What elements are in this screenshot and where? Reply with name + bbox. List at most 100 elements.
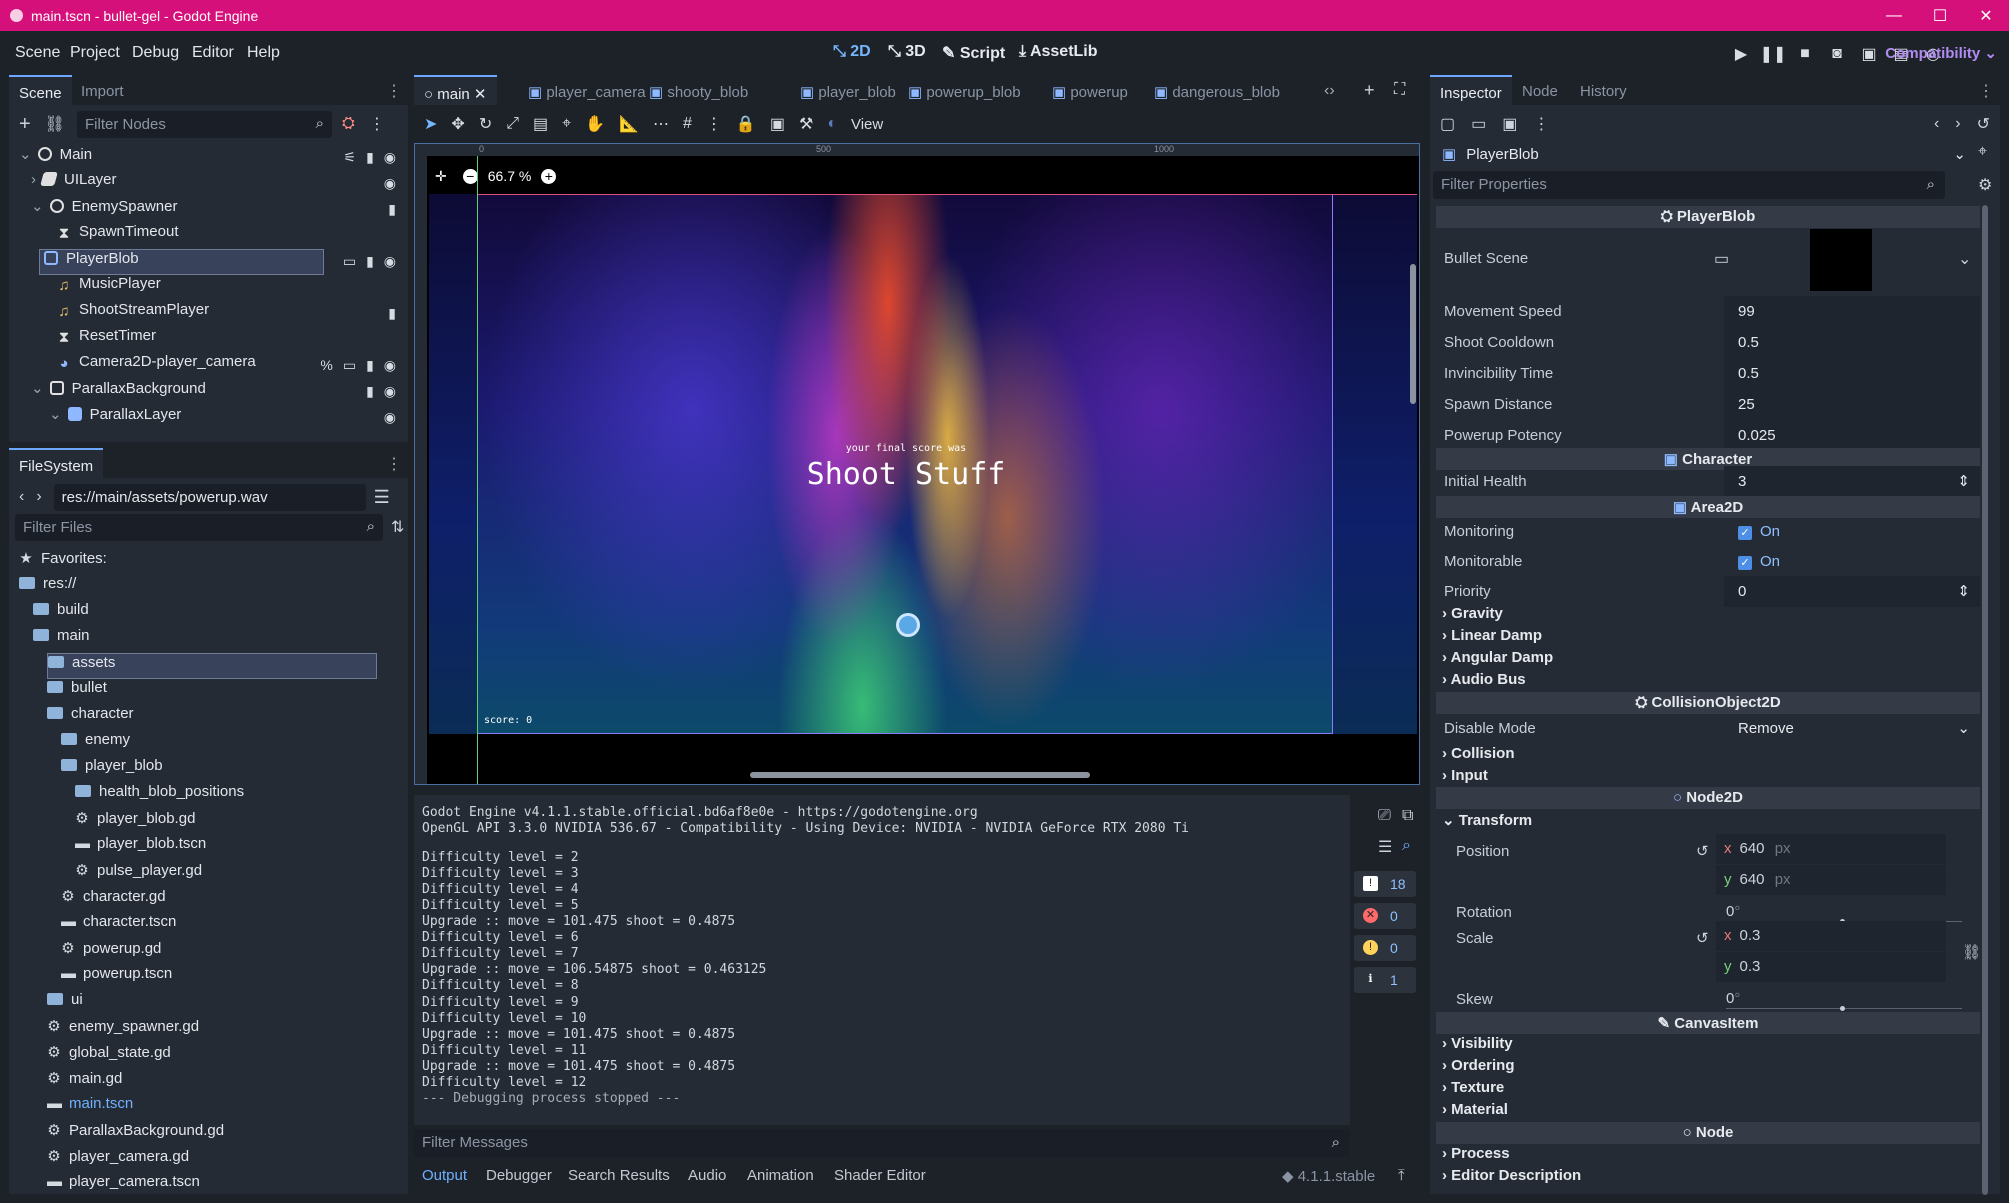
maximize-button[interactable]: ☐: [1917, 6, 1963, 26]
rotate-tool-icon[interactable]: ↻: [479, 114, 492, 134]
close-window-button[interactable]: ✕: [1963, 6, 2009, 26]
spinner-icon[interactable]: ⇕: [1957, 582, 1970, 600]
prop-value-field[interactable]: 0.5: [1724, 327, 1980, 358]
editor-tab-powerup[interactable]: ▣ powerup: [1042, 75, 1138, 105]
tab-filesystem[interactable]: FileSystem: [9, 448, 104, 478]
group-audio-bus[interactable]: › Audio Bus: [1436, 671, 1980, 693]
center-view-icon[interactable]: ✛: [435, 168, 447, 185]
file-item[interactable]: ⚙ player_camera.gd: [47, 1147, 189, 1173]
file-item[interactable]: ⚙ character.gd: [61, 887, 165, 913]
group-texture[interactable]: › Texture: [1436, 1079, 1980, 1101]
renderer-selector[interactable]: Compatibility ⌄: [1885, 44, 1997, 62]
back-icon[interactable]: ‹: [1934, 115, 1939, 133]
distraction-free-icon[interactable]: ⛶: [1394, 81, 1405, 99]
copy-icon[interactable]: ⧉: [1402, 807, 1413, 825]
tree-node-shootstreamplayer[interactable]: ♫ ShootStreamPlayer: [57, 301, 209, 327]
add-node-icon[interactable]: +: [19, 113, 31, 136]
revert-icon[interactable]: ↺: [1696, 929, 1709, 947]
group-gravity[interactable]: › Gravity: [1436, 605, 1980, 627]
menu-editor[interactable]: Editor: [192, 44, 234, 62]
folder-item[interactable]: res://: [19, 575, 76, 601]
zoom-level[interactable]: 66.7 %: [488, 168, 532, 184]
add-scene-tab-icon[interactable]: +: [1364, 80, 1375, 101]
visibility-icon[interactable]: ◉: [384, 357, 396, 373]
group-angular-damp[interactable]: › Angular Damp: [1436, 649, 1980, 671]
camera-override-icon[interactable]: ◐: [827, 115, 837, 133]
visibility-icon[interactable]: ◉: [384, 409, 396, 425]
menu-help[interactable]: Help: [247, 44, 280, 62]
viewport-2d[interactable]: 0 500 1000 ✛ − 66.7 % + your final score…: [414, 143, 1420, 785]
file-item[interactable]: ⚙ player_blob.gd: [75, 809, 195, 835]
search-toggle-icon[interactable]: ⌕: [1402, 837, 1411, 855]
group-material[interactable]: › Material: [1436, 1101, 1980, 1123]
collapse-icon[interactable]: ☰: [1378, 837, 1392, 857]
menu-dots-icon[interactable]: ⋮: [369, 114, 385, 134]
tab-node[interactable]: Node: [1512, 75, 1568, 105]
stop-icon[interactable]: ■: [1789, 45, 1821, 63]
view-menu[interactable]: View: [851, 116, 883, 133]
remote-debug-icon[interactable]: ◙: [1821, 45, 1853, 63]
save-icon[interactable]: ▣: [1502, 114, 1517, 134]
select-tool-icon[interactable]: ➤: [424, 114, 437, 134]
group-linear-damp[interactable]: › Linear Damp: [1436, 627, 1980, 649]
zoom-out-icon[interactable]: −: [462, 168, 478, 184]
tab-inspector[interactable]: Inspector: [1430, 75, 1512, 105]
position-x-field[interactable]: x 640 px: [1716, 834, 1946, 864]
mode-script-button[interactable]: ✎ Script: [942, 43, 1005, 63]
editor-tab-main[interactable]: ○ main ✕: [414, 75, 497, 105]
tab-debugger[interactable]: Debugger: [486, 1167, 552, 1184]
tab-shader-editor[interactable]: Shader Editor: [834, 1167, 926, 1184]
smart-snap-icon[interactable]: ⋯: [653, 114, 669, 134]
monitorable-checkbox[interactable]: ✓ On: [1724, 546, 1980, 577]
back-icon[interactable]: ‹: [19, 488, 24, 506]
forward-icon[interactable]: ›: [1955, 115, 1960, 133]
scale-y-field[interactable]: y 0.3: [1716, 952, 1946, 982]
group-editor-description[interactable]: › Editor Description: [1436, 1167, 1980, 1189]
history-icon[interactable]: ↺: [1977, 114, 1990, 134]
file-item[interactable]: ⚙ powerup.gd: [61, 939, 161, 965]
minimize-button[interactable]: —: [1871, 7, 1917, 25]
signal-icon[interactable]: ⚟: [344, 149, 357, 165]
tree-node-parallaxlayer[interactable]: ⌄ ParallaxLayer: [49, 405, 181, 431]
folder-item[interactable]: bullet: [47, 679, 107, 705]
pivot-tool-icon[interactable]: ⌖: [562, 115, 571, 133]
tree-node-resettimer[interactable]: ⧗ ResetTimer: [57, 327, 156, 353]
selectable-list-icon[interactable]: ▤: [533, 114, 548, 134]
mode-assetlib-button[interactable]: ⤓ AssetLib: [1019, 43, 1098, 61]
tab-audio[interactable]: Audio: [688, 1167, 726, 1184]
filter-nodes-input[interactable]: Filter Nodes ⌕: [77, 110, 332, 138]
prop-value-field[interactable]: 99: [1724, 296, 1980, 327]
tree-node-enemyspawner[interactable]: ⌄ EnemySpawner: [31, 197, 177, 223]
tree-node-musicplayer[interactable]: ♫ MusicPlayer: [57, 275, 160, 301]
tab-scene[interactable]: Scene: [9, 75, 72, 105]
menu-dots-icon[interactable]: ⋮: [386, 81, 402, 101]
link-icon[interactable]: ⛓: [45, 114, 65, 134]
prop-value-field[interactable]: 0.5: [1724, 358, 1980, 389]
editor-tab-player-camera[interactable]: ▣ player_camera: [518, 75, 656, 105]
bone-icon[interactable]: ⚒: [799, 114, 813, 134]
group-process[interactable]: › Process: [1436, 1145, 1980, 1167]
unique-name-icon[interactable]: %: [320, 357, 332, 373]
editor-tab-shooty-blob[interactable]: ▣ shooty_blob: [639, 75, 758, 105]
file-item[interactable]: ▬ character.tscn: [61, 913, 176, 939]
prop-value-field[interactable]: 25: [1724, 389, 1980, 420]
file-item[interactable]: ⚙ enemy_spawner.gd: [47, 1017, 199, 1043]
tab-search-results[interactable]: Search Results: [568, 1167, 670, 1184]
visibility-icon[interactable]: ◉: [384, 383, 396, 399]
zoom-in-icon[interactable]: +: [541, 168, 557, 184]
menu-dots-icon[interactable]: ⋮: [1533, 114, 1549, 134]
tree-node-main[interactable]: ⌄ Main: [19, 145, 92, 171]
property-options-icon[interactable]: ⚙: [1978, 175, 1992, 195]
error-count-filter[interactable]: ✕ 0: [1354, 903, 1416, 929]
group-transform[interactable]: ⌄ Transform: [1436, 811, 1980, 833]
scale-tool-icon[interactable]: ⤢: [506, 115, 519, 133]
menu-dots-icon[interactable]: ⋮: [1978, 81, 1994, 101]
file-item[interactable]: ▬ player_blob.tscn: [75, 835, 206, 861]
instance-scene-icon[interactable]: ⛭: [342, 115, 355, 133]
split-mode-icon[interactable]: ☰: [374, 487, 390, 508]
file-item[interactable]: ▬ player_camera.tscn: [47, 1173, 200, 1194]
spinner-icon[interactable]: ⇕: [1957, 472, 1970, 490]
menu-dots-icon[interactable]: ⋮: [386, 454, 402, 474]
filter-files-input[interactable]: Filter Files ⌕: [15, 513, 383, 541]
folder-item[interactable]: player_blob: [61, 757, 163, 783]
